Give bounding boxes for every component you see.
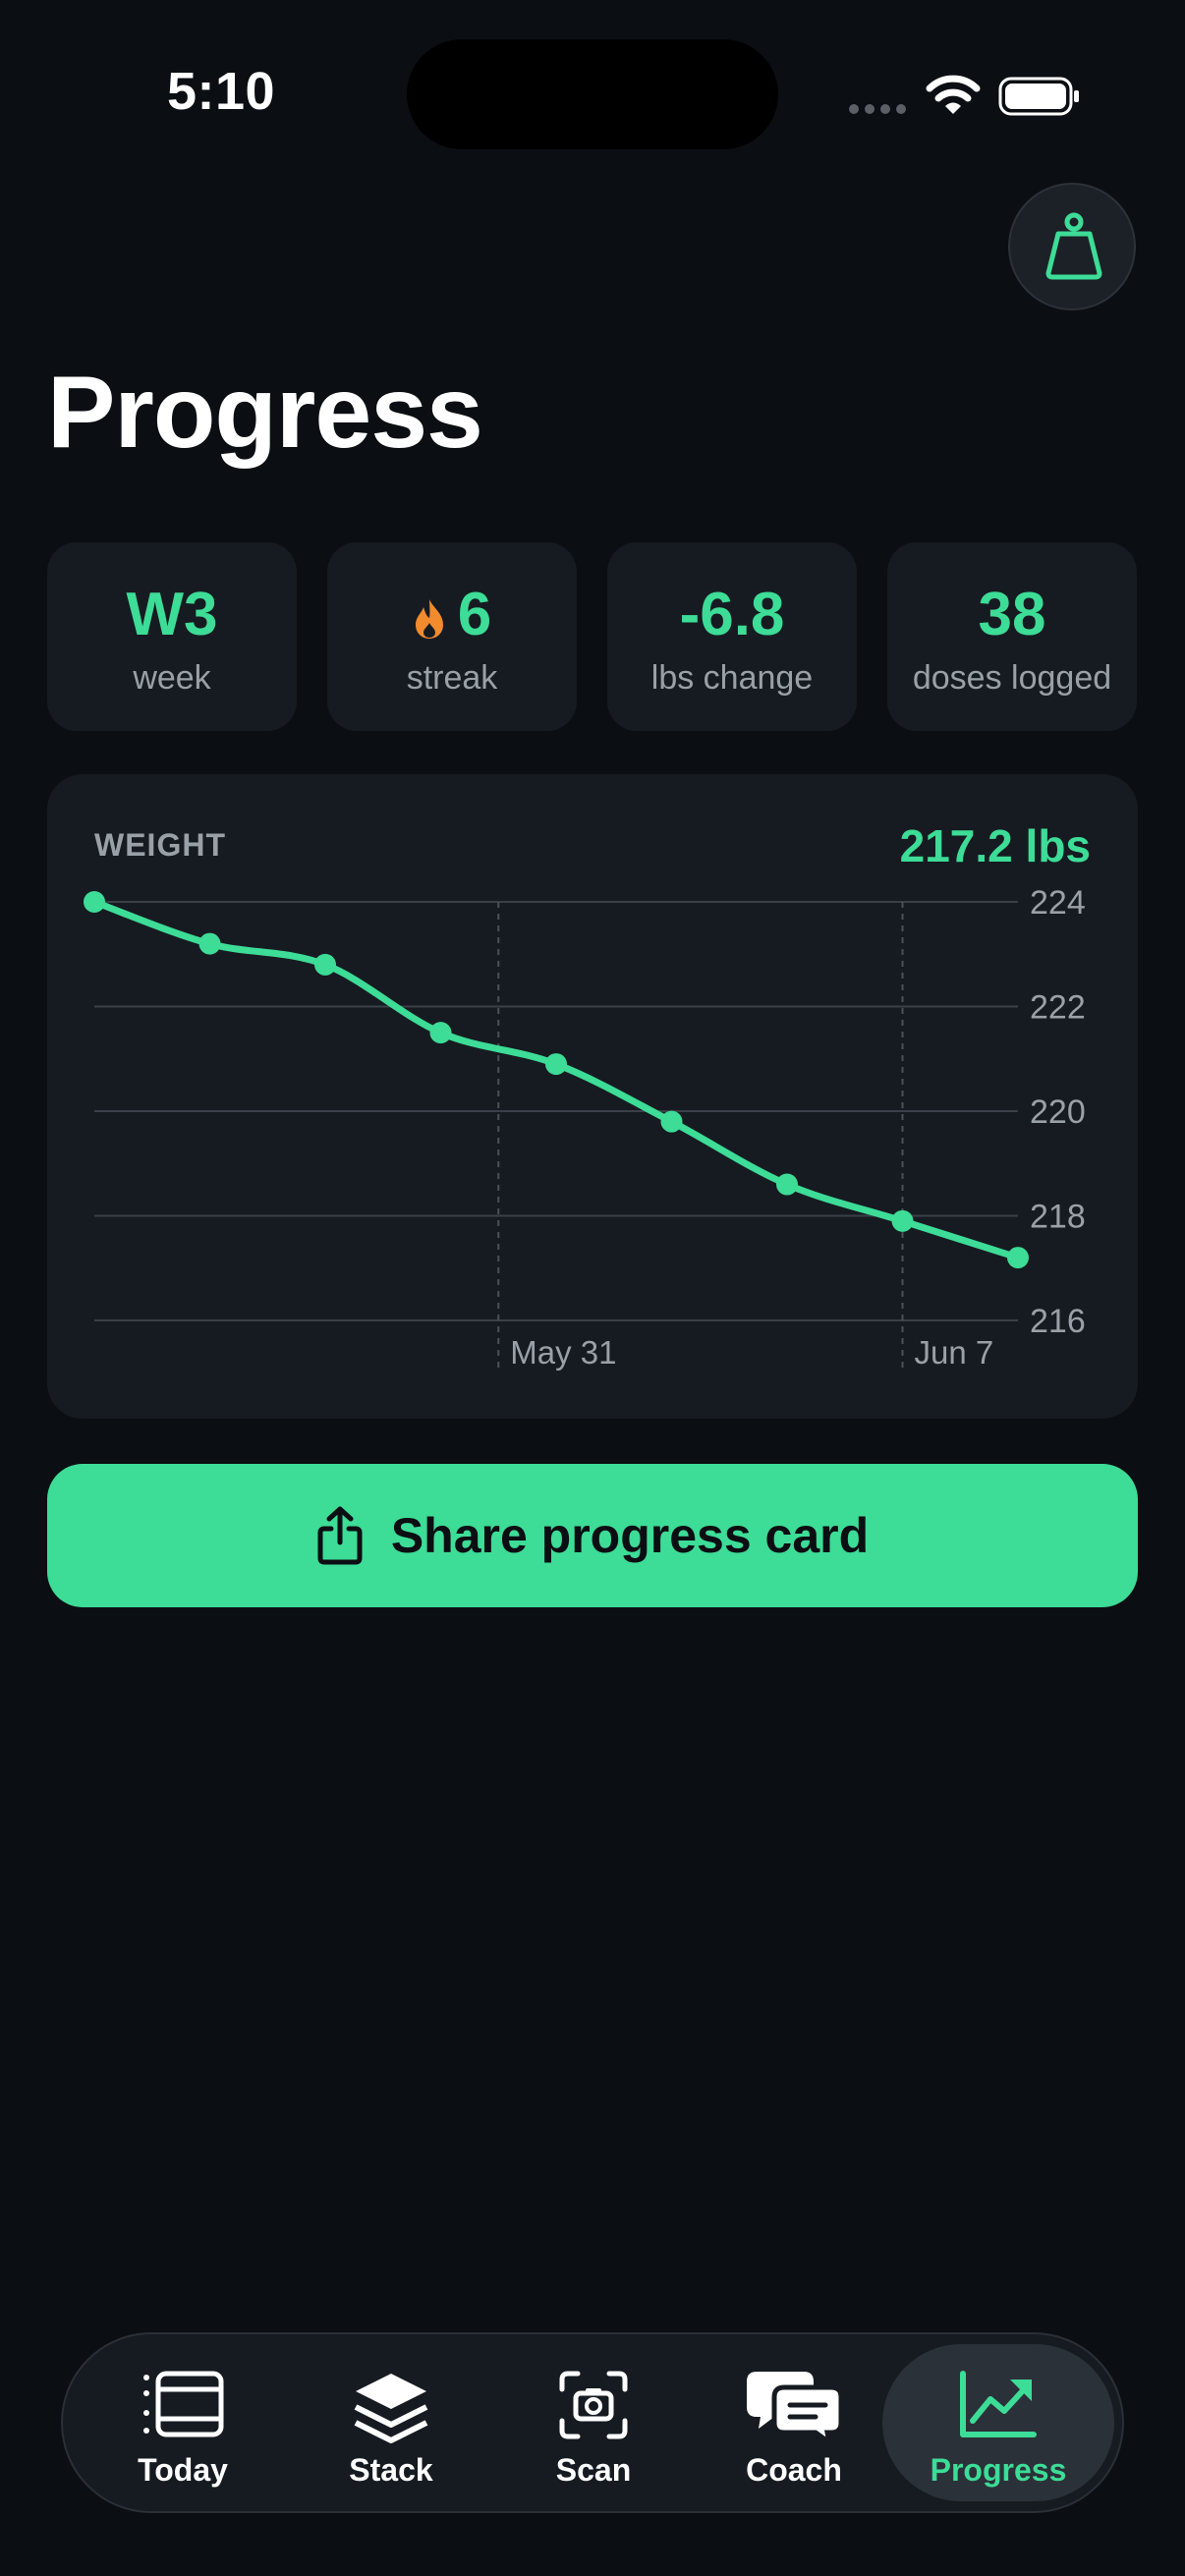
y-tick-label: 216 (1030, 1303, 1086, 1340)
stat-card-doses-logged: 38 doses logged (887, 542, 1137, 731)
stat-value: 38 (978, 581, 1046, 648)
scan-icon (559, 2371, 628, 2439)
weight-data-point (84, 891, 105, 913)
tab-progress[interactable]: Progress (882, 2344, 1114, 2501)
wifi-icon (926, 75, 981, 114)
tab-label: Coach (746, 2452, 842, 2488)
tab-coach[interactable]: Coach (696, 2344, 892, 2501)
battery-icon (998, 77, 1079, 116)
weight-data-point (545, 1053, 567, 1076)
x-tick-label: Jun 7 (915, 1334, 994, 1371)
weight-series-line (90, 898, 1022, 1261)
x-tick-label: May 31 (510, 1334, 616, 1371)
y-tick-label: 218 (1030, 1199, 1086, 1236)
current-weight: 217.2 lbs (899, 820, 1091, 871)
chart-label: WEIGHT (94, 827, 226, 863)
share-button-label: Share progress card (390, 1508, 870, 1563)
tab-stack[interactable]: Stack (293, 2344, 489, 2501)
tab-label: Stack (349, 2452, 433, 2488)
dynamic-island (407, 39, 778, 149)
tab-label: Scan (555, 2452, 632, 2488)
stat-card-lbs-change: -6.8 lbs change (607, 542, 857, 731)
coach-icon (747, 2372, 843, 2444)
stat-value-wrapper: 6 (327, 580, 577, 650)
stat-value: W3 (126, 581, 218, 648)
weight-data-point (776, 1173, 798, 1196)
stat-card-week: W3 week (47, 542, 297, 731)
stat-label: week (133, 659, 211, 697)
weight-data-point (660, 1110, 683, 1133)
weight-data-point (429, 1022, 452, 1044)
stat-label: streak (406, 659, 498, 697)
tab-label: Today (138, 2452, 228, 2488)
stack-icon (354, 2374, 428, 2443)
status-time: 5:10 (167, 62, 276, 121)
y-tick-label: 224 (1030, 884, 1086, 922)
tab-scan[interactable]: Scan (495, 2344, 692, 2501)
share-icon (317, 1506, 363, 1565)
stat-label: lbs change (650, 659, 814, 697)
weight-data-point (198, 932, 221, 955)
y-tick-label: 220 (1030, 1093, 1086, 1131)
tab-label: Progress (930, 2452, 1067, 2488)
tab-bar: Today Stack Scan Coach Progress (61, 2332, 1124, 2513)
weight-data-point (891, 1209, 914, 1232)
today-icon (143, 2371, 224, 2437)
weight-data-point (314, 953, 336, 976)
page-title: Progress (47, 356, 483, 470)
weight-chart-card: 224 222 220 218 216 May 31 Jun 7 WEIGHT 217.2 … (47, 774, 1138, 1419)
tab-today[interactable]: Today (85, 2344, 281, 2501)
status-bar: 5:10 (0, 0, 1185, 187)
share-progress-card-button[interactable]: Share progress card (47, 1464, 1138, 1607)
weight-data-point (1007, 1247, 1029, 1269)
stat-value: 6 (457, 581, 492, 648)
y-tick-label: 222 (1030, 989, 1086, 1027)
stat-card-streak: 6 streak (327, 542, 577, 731)
stat-value: -6.8 (679, 581, 785, 648)
scale-weight-icon (1045, 212, 1102, 280)
progress-chart-icon (960, 2371, 1037, 2437)
stat-label: doses logged (912, 659, 1112, 697)
flame-icon (415, 598, 443, 639)
weigh-in-button[interactable] (1008, 183, 1136, 310)
